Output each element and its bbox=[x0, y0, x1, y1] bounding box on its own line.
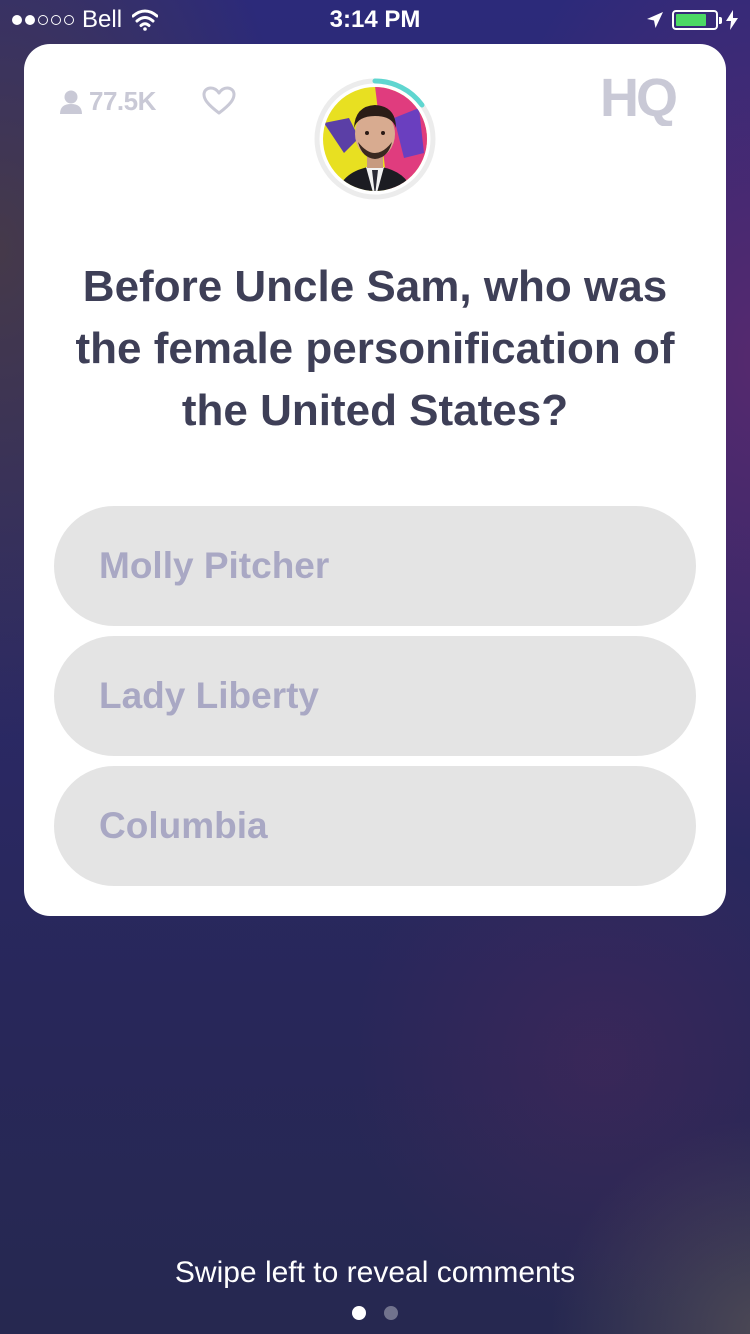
battery-icon bbox=[672, 10, 722, 30]
location-arrow-icon bbox=[647, 12, 663, 28]
question-card: 77.5K HQ Before Uncle Sam, who was the f… bbox=[24, 44, 726, 916]
charging-bolt-icon bbox=[726, 10, 738, 30]
svg-text:HQ: HQ bbox=[600, 70, 676, 126]
viewer-count: 77.5K bbox=[59, 86, 156, 117]
answer-option-2[interactable]: Lady Liberty bbox=[54, 636, 696, 756]
answer-option-1[interactable]: Molly Pitcher bbox=[54, 506, 696, 626]
page-dot-1[interactable] bbox=[352, 1306, 366, 1320]
page-dot-2[interactable] bbox=[384, 1306, 398, 1320]
host-avatar bbox=[314, 78, 436, 200]
hq-logo: HQ bbox=[600, 70, 679, 126]
answer-option-3[interactable]: Columbia bbox=[54, 766, 696, 886]
page-indicator[interactable] bbox=[0, 1306, 750, 1320]
swipe-hint: Swipe left to reveal comments bbox=[174, 1256, 576, 1289]
status-time: 3:14 PM bbox=[329, 6, 421, 33]
question-text: Before Uncle Sam, who was the female per… bbox=[75, 262, 675, 435]
heart-icon[interactable] bbox=[202, 86, 236, 116]
viewer-count-value: 77.5K bbox=[89, 86, 156, 116]
person-icon bbox=[60, 90, 82, 114]
status-bar: Bell 3:14 PM bbox=[0, 0, 750, 40]
